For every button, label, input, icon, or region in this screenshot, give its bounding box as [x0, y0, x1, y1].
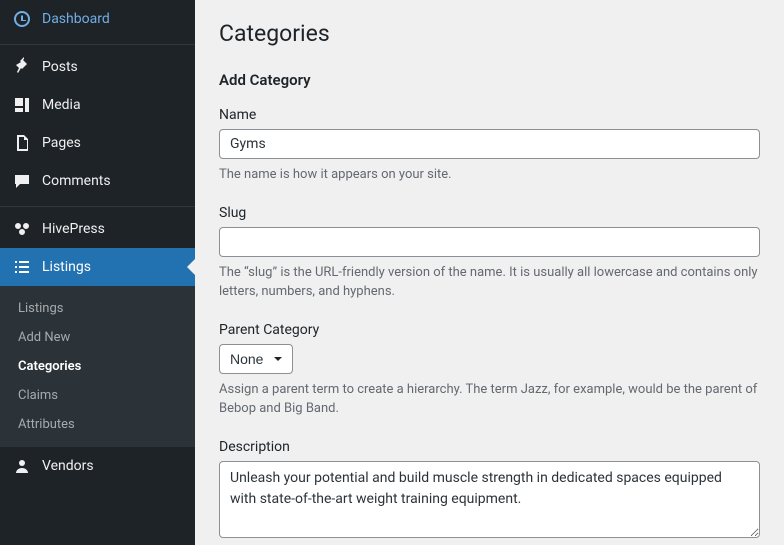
- field-slug: Slug The “slug” is the URL-friendly vers…: [219, 205, 760, 302]
- listings-submenu: Listings Add New Categories Claims Attri…: [0, 286, 195, 447]
- submenu-item-claims[interactable]: Claims: [0, 381, 195, 410]
- sidebar-item-label: Comments: [42, 173, 111, 189]
- listings-icon: [12, 257, 32, 277]
- parent-help: Assign a parent term to create a hierarc…: [219, 380, 760, 419]
- submenu-item-listings[interactable]: Listings: [0, 294, 195, 323]
- parent-select[interactable]: None: [219, 344, 293, 374]
- sidebar-item-label: HivePress: [42, 221, 105, 237]
- field-parent: Parent Category None Assign a parent ter…: [219, 322, 760, 419]
- admin-sidebar: Dashboard Posts Media Pages Comments Hiv…: [0, 0, 195, 545]
- form-title: Add Category: [219, 71, 760, 89]
- sidebar-item-pages[interactable]: Pages: [0, 124, 195, 162]
- name-help: The name is how it appears on your site.: [219, 165, 760, 185]
- sidebar-item-label: Media: [42, 97, 81, 113]
- media-icon: [12, 95, 32, 115]
- name-input[interactable]: [219, 129, 760, 159]
- name-label: Name: [219, 107, 760, 123]
- pin-icon: [12, 57, 32, 77]
- page-title: Categories: [219, 20, 760, 47]
- slug-input[interactable]: [219, 227, 760, 257]
- submenu-item-addnew[interactable]: Add New: [0, 323, 195, 352]
- slug-help: The “slug” is the URL-friendly version o…: [219, 263, 760, 302]
- sidebar-item-listings[interactable]: Listings: [0, 248, 195, 286]
- sidebar-item-label: Vendors: [42, 458, 94, 474]
- field-description: Description Unleash your potential and b…: [219, 439, 760, 542]
- pages-icon: [12, 133, 32, 153]
- sidebar-item-label: Pages: [42, 135, 81, 151]
- slug-label: Slug: [219, 205, 760, 221]
- sidebar-item-comments[interactable]: Comments: [0, 162, 195, 200]
- hivepress-icon: [12, 219, 32, 239]
- sidebar-item-dashboard[interactable]: Dashboard: [0, 0, 195, 38]
- vendors-icon: [12, 456, 32, 476]
- description-label: Description: [219, 439, 760, 455]
- comment-icon: [12, 171, 32, 191]
- dashboard-icon: [12, 9, 32, 29]
- sidebar-item-vendors[interactable]: Vendors: [0, 447, 195, 485]
- description-input[interactable]: Unleash your potential and build muscle …: [219, 461, 760, 538]
- sidebar-item-hivepress[interactable]: HivePress: [0, 206, 195, 248]
- main-content: Categories Add Category Name The name is…: [195, 0, 784, 545]
- sidebar-item-label: Dashboard: [42, 11, 110, 27]
- sidebar-item-posts[interactable]: Posts: [0, 44, 195, 86]
- submenu-item-categories[interactable]: Categories: [0, 352, 195, 381]
- sidebar-item-media[interactable]: Media: [0, 86, 195, 124]
- parent-label: Parent Category: [219, 322, 760, 338]
- sidebar-item-label: Posts: [42, 59, 78, 75]
- submenu-item-attributes[interactable]: Attributes: [0, 410, 195, 439]
- field-name: Name The name is how it appears on your …: [219, 107, 760, 185]
- sidebar-item-label: Listings: [42, 259, 91, 275]
